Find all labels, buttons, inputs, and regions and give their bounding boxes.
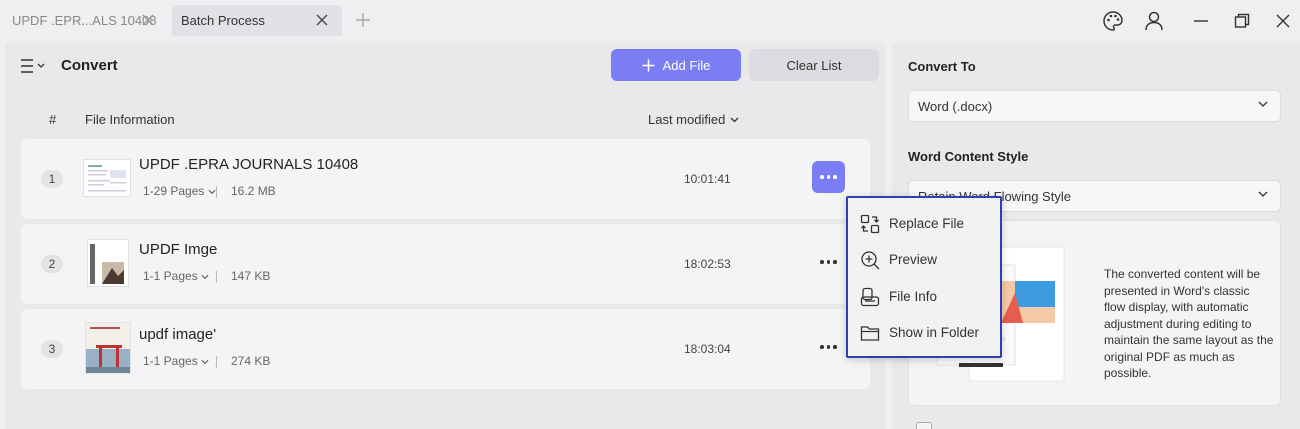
page-range-dropdown[interactable]: 1-29 Pages (143, 184, 216, 198)
replace-icon (860, 214, 880, 234)
restore-icon (1234, 13, 1250, 28)
close-icon[interactable] (140, 12, 156, 28)
file-info-icon (860, 287, 880, 307)
more-options-button[interactable] (812, 331, 845, 363)
tab-batch-process-label: Batch Process (181, 13, 265, 28)
column-header-last-modified: Last modified (648, 112, 726, 127)
add-file-label: Add File (662, 57, 711, 73)
menu-item-label: Replace File (889, 216, 965, 231)
menu-item-label: Show in Folder (889, 325, 980, 340)
clear-list-button[interactable]: Clear List (749, 49, 879, 81)
divider (216, 356, 217, 368)
table-row[interactable]: 2 UPDF Imge 1-1 Pages 147 KB 18:02:53 (21, 224, 870, 304)
file-size: 147 KB (231, 269, 271, 283)
content-style-title: Word Content Style (908, 149, 1029, 164)
table-row[interactable]: 3 updf image' 1-1 Pages 274 KB 18:03:04 (21, 309, 870, 389)
tab-bar: UPDF .EPR...ALS 10408 Batch Process (0, 0, 1300, 41)
file-thumbnail (87, 239, 129, 287)
add-tab-icon[interactable] (355, 12, 371, 28)
maximize-button[interactable] (1231, 10, 1253, 32)
convert-to-select[interactable]: Word (.docx) (908, 90, 1281, 122)
more-options-button[interactable] (812, 161, 845, 193)
minimize-icon (1194, 20, 1208, 22)
file-list-panel: Convert Add File Clear List # File Infor… (5, 41, 885, 429)
file-modified-time: 18:03:04 (684, 342, 731, 356)
page-range: 1-1 Pages (143, 269, 198, 283)
file-name: UPDF Imge (139, 241, 218, 258)
page-range: 1-1 Pages (143, 354, 198, 368)
style-description: The converted content will be presented … (1104, 267, 1274, 380)
theme-button[interactable] (1102, 10, 1124, 32)
file-context-menu: Replace File Preview File Info Show in F… (846, 196, 1002, 358)
menu-item-label: File Info (889, 289, 938, 304)
file-name: UPDF .EPRA JOURNALS 10408 (139, 156, 359, 173)
clear-list-label: Clear List (786, 57, 842, 73)
tab-document[interactable]: UPDF .EPR...ALS 10408 (0, 5, 168, 36)
file-modified-time: 10:01:41 (684, 172, 731, 186)
close-icon (1276, 14, 1290, 28)
menu-item-replace-file[interactable]: Replace File (848, 206, 1000, 242)
hamburger-menu-icon (21, 59, 45, 73)
sort-last-modified[interactable]: Last modified (648, 112, 739, 127)
close-icon[interactable] (314, 12, 330, 28)
more-icon (820, 260, 837, 264)
option-checkbox[interactable] (916, 422, 932, 429)
column-header-index: # (49, 112, 57, 127)
more-icon (820, 345, 837, 349)
minimize-button[interactable] (1190, 10, 1212, 32)
chevron-down-icon (201, 359, 209, 365)
more-icon (820, 175, 837, 179)
folder-icon (860, 326, 880, 341)
menu-button[interactable] (19, 57, 49, 75)
chevron-down-icon (208, 189, 216, 195)
page-range: 1-29 Pages (143, 184, 205, 198)
user-icon (1145, 11, 1163, 31)
page-range-dropdown[interactable]: 1-1 Pages (143, 354, 209, 368)
file-thumbnail (83, 159, 131, 197)
plus-icon (642, 59, 655, 71)
convert-to-title: Convert To (908, 59, 976, 74)
convert-to-value: Word (.docx) (918, 98, 993, 114)
chevron-down-icon (201, 274, 209, 280)
account-button[interactable] (1143, 10, 1165, 32)
menu-item-file-info[interactable]: File Info (848, 279, 1000, 315)
add-file-button[interactable]: Add File (611, 49, 741, 81)
panel-title: Convert (61, 57, 118, 74)
chevron-down-icon (1258, 101, 1268, 107)
divider (216, 271, 217, 283)
table-row[interactable]: 1 UPDF .EPRA JOURNALS 10408 1-29 Pages 1… (21, 139, 870, 219)
file-size: 274 KB (231, 354, 271, 368)
tab-document-label: UPDF .EPR...ALS 10408 (12, 13, 157, 28)
file-name: updf image' (139, 326, 217, 343)
menu-item-label: Preview (889, 252, 938, 267)
file-thumbnail (85, 322, 131, 374)
zoom-in-icon (861, 251, 880, 270)
palette-icon (1103, 11, 1123, 31)
chevron-down-icon (730, 117, 739, 122)
chevron-down-icon (1258, 191, 1268, 197)
divider (216, 186, 217, 198)
menu-item-preview[interactable]: Preview (848, 242, 1000, 278)
page-range-dropdown[interactable]: 1-1 Pages (143, 269, 209, 283)
row-index: 3 (41, 340, 63, 358)
column-header-file-info: File Information (85, 112, 175, 127)
row-index: 2 (41, 255, 63, 273)
row-index: 1 (41, 170, 63, 188)
file-size: 16.2 MB (231, 184, 276, 198)
tab-batch-process[interactable]: Batch Process (172, 5, 342, 36)
close-window-button[interactable] (1272, 10, 1294, 32)
file-modified-time: 18:02:53 (684, 257, 731, 271)
more-options-button[interactable] (812, 246, 845, 278)
menu-item-show-in-folder[interactable]: Show in Folder (848, 315, 1000, 351)
